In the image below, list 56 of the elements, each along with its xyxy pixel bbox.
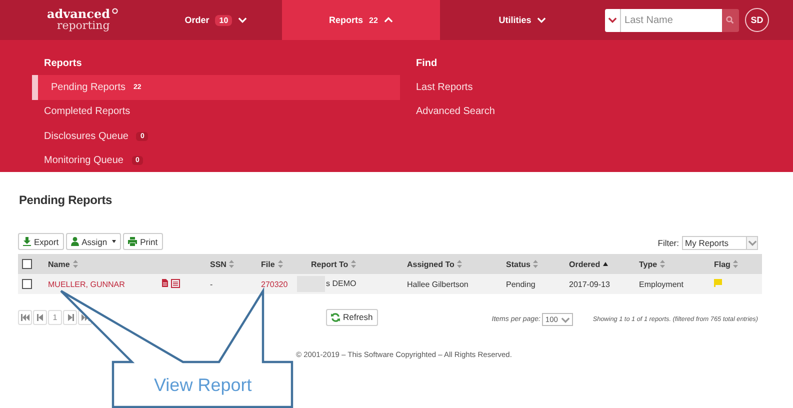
previous-page-icon — [36, 314, 44, 320]
previous-page-button[interactable] — [33, 310, 47, 324]
column-header[interactable]: Type — [639, 260, 666, 268]
chevron-down-icon — [238, 16, 248, 24]
nav-tab[interactable]: Reports 22 — [282, 0, 440, 40]
printer-icon — [128, 237, 138, 246]
page-title: Pending Reports — [19, 193, 112, 207]
search-field[interactable]: Last Name — [620, 8, 722, 32]
table-cell: 2017-09-13 — [569, 280, 610, 288]
first-page-button[interactable] — [18, 310, 32, 324]
menu-heading: Find — [415, 57, 438, 71]
download-icon — [23, 237, 31, 246]
search-icon — [726, 16, 734, 24]
last-page-icon — [80, 314, 90, 320]
logo-text: advanced — [47, 9, 110, 20]
first-page-icon — [20, 314, 30, 320]
refresh-icon — [331, 312, 340, 322]
chevron-up-icon — [384, 16, 393, 24]
refresh-button[interactable]: Refresh — [326, 308, 378, 326]
table-cell: Pending — [506, 280, 536, 288]
filter-label: Filter: — [658, 238, 679, 248]
search-button[interactable] — [722, 8, 739, 32]
menu-item[interactable]: Completed Reports — [32, 100, 400, 124]
list-icon[interactable] — [171, 278, 180, 288]
nav-tab[interactable]: Order 10 — [150, 0, 282, 40]
column-header[interactable]: File — [261, 260, 283, 268]
page-number[interactable]: 1 — [48, 310, 62, 324]
table-cell: Employment — [639, 280, 684, 288]
logo-text: reporting — [57, 20, 111, 31]
user-icon — [70, 237, 79, 246]
column-header[interactable]: Name — [48, 260, 78, 268]
logo-ring-icon — [112, 8, 118, 14]
chevron-down-icon — [537, 16, 546, 24]
nav-tab[interactable]: Utilities — [440, 0, 605, 40]
caret-icon — [112, 240, 116, 243]
dropdown-caret[interactable] — [605, 8, 621, 32]
chevron-down-icon — [608, 16, 617, 24]
callout-label: View Report — [154, 375, 252, 396]
table-cell: s DEMO — [326, 279, 356, 288]
next-page-button[interactable] — [63, 310, 77, 324]
chevron-down-icon — [748, 239, 756, 247]
table-cell: Hallee Gilbertson — [407, 280, 468, 288]
print-button[interactable]: Print — [123, 233, 163, 250]
menu-heading: Reports — [43, 57, 83, 71]
document-icon[interactable] — [162, 279, 168, 288]
menu-item[interactable]: Advanced Search — [400, 100, 793, 124]
checkbox[interactable] — [22, 259, 32, 269]
chevron-down-icon — [560, 316, 570, 324]
table-cell: - — [210, 280, 213, 288]
export-button[interactable]: Export — [18, 233, 64, 250]
user-avatar[interactable]: SD — [745, 8, 769, 32]
next-page-icon — [66, 314, 74, 320]
menu-item[interactable]: Last Reports — [400, 75, 793, 100]
filter-select[interactable]: My Reports — [682, 236, 758, 250]
checkbox[interactable] — [22, 279, 32, 289]
assign-button[interactable]: Assign — [66, 233, 122, 250]
